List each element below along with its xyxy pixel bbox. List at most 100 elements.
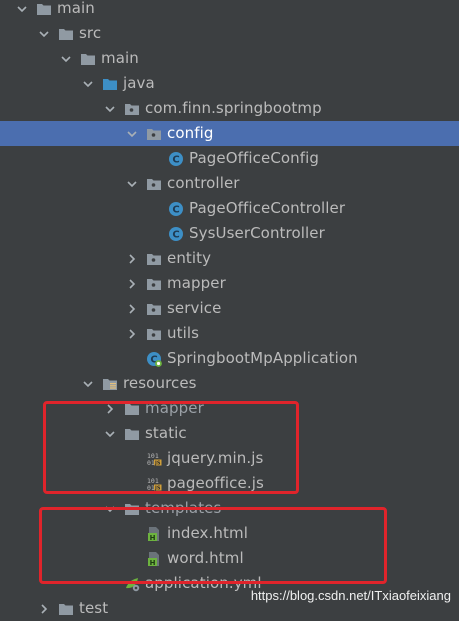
tree-row-label: jquery.min.js — [167, 449, 264, 467]
package-icon — [146, 276, 162, 292]
svg-text:C: C — [172, 154, 179, 165]
tree-row-label: resources — [123, 374, 197, 392]
tree-row[interactable]: templates — [0, 496, 459, 521]
tree-row[interactable]: static — [0, 421, 459, 446]
tree-row-label: templates — [145, 499, 222, 517]
chevron-down-icon[interactable] — [80, 371, 96, 396]
tree-row-label: utils — [167, 324, 200, 342]
chevron-down-icon[interactable] — [102, 96, 118, 121]
java-class-icon: C — [168, 226, 184, 242]
tree-row[interactable]: mapper — [0, 271, 459, 296]
tree-row[interactable]: com.finn.springbootmp — [0, 96, 459, 121]
svg-text:JS: JS — [154, 485, 161, 491]
tree-row[interactable]: main — [0, 0, 459, 21]
tree-row[interactable]: resources — [0, 371, 459, 396]
svg-text:C: C — [172, 229, 179, 240]
tree-row-label: SpringbootMpApplication — [167, 349, 358, 367]
tree-row[interactable]: controller — [0, 171, 459, 196]
tree-row[interactable]: utils — [0, 321, 459, 346]
yaml-file-icon — [124, 576, 140, 592]
java-class-icon: C — [168, 151, 184, 167]
chevron-down-icon[interactable] — [102, 421, 118, 446]
tree-row-label: entity — [167, 249, 212, 267]
tree-row[interactable]: Hindex.html — [0, 521, 459, 546]
chevron-down-icon[interactable] — [80, 71, 96, 96]
chevron-right-icon[interactable] — [124, 321, 140, 346]
watermark: https://blog.csdn.net/ITxiaofeixiang — [250, 588, 451, 603]
chevron-down-icon[interactable] — [14, 0, 30, 21]
tree-row[interactable]: entity — [0, 246, 459, 271]
tree-row-label: word.html — [167, 549, 244, 567]
tree-row[interactable]: service — [0, 296, 459, 321]
package-icon — [146, 326, 162, 342]
folder-icon — [58, 26, 74, 42]
spring-boot-app-icon: C — [146, 351, 162, 367]
tree-row-label: mapper — [167, 274, 226, 292]
java-class-icon: C — [168, 201, 184, 217]
tree-row[interactable]: mapper — [0, 396, 459, 421]
tree-row-label: controller — [167, 174, 240, 192]
html-file-icon: H — [146, 526, 162, 542]
tree-row[interactable]: C PageOfficeController — [0, 196, 459, 221]
html-file-icon: H — [146, 551, 162, 567]
package-icon — [146, 251, 162, 267]
tree-row-label: index.html — [167, 524, 248, 542]
chevron-down-icon[interactable] — [102, 496, 118, 521]
folder-icon — [36, 1, 52, 17]
svg-text:H: H — [150, 559, 156, 567]
chevron-down-icon[interactable] — [124, 171, 140, 196]
svg-text:01: 01 — [147, 484, 155, 492]
tree-row[interactable]: C SpringbootMpApplication — [0, 346, 459, 371]
tree-row[interactable]: Hword.html — [0, 546, 459, 571]
svg-text:C: C — [172, 204, 179, 215]
tree-row[interactable]: 101 01 JS jquery.min.js — [0, 446, 459, 471]
tree-row-label: PageOfficeController — [189, 199, 346, 217]
tree-row-label: static — [145, 424, 187, 442]
folder-icon — [80, 51, 96, 67]
package-icon — [146, 176, 162, 192]
project-tree: main src main java com.finn.springbootmp conf… — [0, 0, 459, 621]
svg-text:H: H — [150, 534, 156, 542]
tree-row-label: config — [167, 124, 214, 142]
js-file-icon: 101 01 JS — [146, 451, 162, 467]
tree-row-label: java — [123, 74, 155, 92]
chevron-right-icon[interactable] — [124, 271, 140, 296]
chevron-down-icon[interactable] — [124, 121, 140, 146]
tree-row-label: com.finn.springbootmp — [145, 99, 322, 117]
tree-row-label: pageoffice.js — [167, 474, 264, 492]
package-icon — [146, 126, 162, 142]
tree-row-label: service — [167, 299, 222, 317]
folder-icon — [58, 601, 74, 617]
resources-folder-icon — [102, 376, 118, 392]
folder-icon — [124, 401, 140, 417]
tree-row-label: main — [57, 0, 95, 17]
package-icon — [124, 101, 140, 117]
folder-icon — [124, 426, 140, 442]
chevron-down-icon[interactable] — [36, 21, 52, 46]
tree-row[interactable]: C PageOfficeConfig — [0, 146, 459, 171]
svg-text:JS: JS — [154, 460, 161, 466]
tree-row-label: PageOfficeConfig — [189, 149, 320, 167]
chevron-down-icon[interactable] — [58, 46, 74, 71]
tree-row-label: src — [79, 24, 102, 42]
tree-row[interactable]: 101 01 JS pageoffice.js — [0, 471, 459, 496]
chevron-right-icon[interactable] — [102, 396, 118, 421]
tree-row[interactable]: config — [0, 121, 459, 146]
tree-row-label: main — [101, 49, 139, 67]
tree-row[interactable]: C SysUserController — [0, 221, 459, 246]
js-file-icon: 101 01 JS — [146, 476, 162, 492]
source-folder-icon — [102, 76, 118, 92]
tree-row[interactable]: main — [0, 46, 459, 71]
tree-row-label: application.yml — [145, 574, 262, 592]
folder-icon — [124, 501, 140, 517]
chevron-right-icon[interactable] — [124, 246, 140, 271]
chevron-right-icon[interactable] — [124, 296, 140, 321]
tree-row[interactable]: src — [0, 21, 459, 46]
package-icon — [146, 301, 162, 317]
chevron-right-icon[interactable] — [36, 596, 52, 621]
tree-row-label: SysUserController — [189, 224, 325, 242]
tree-row-label: test — [79, 599, 109, 617]
tree-row-label: mapper — [145, 399, 204, 417]
svg-text:01: 01 — [147, 459, 155, 467]
tree-row[interactable]: java — [0, 71, 459, 96]
